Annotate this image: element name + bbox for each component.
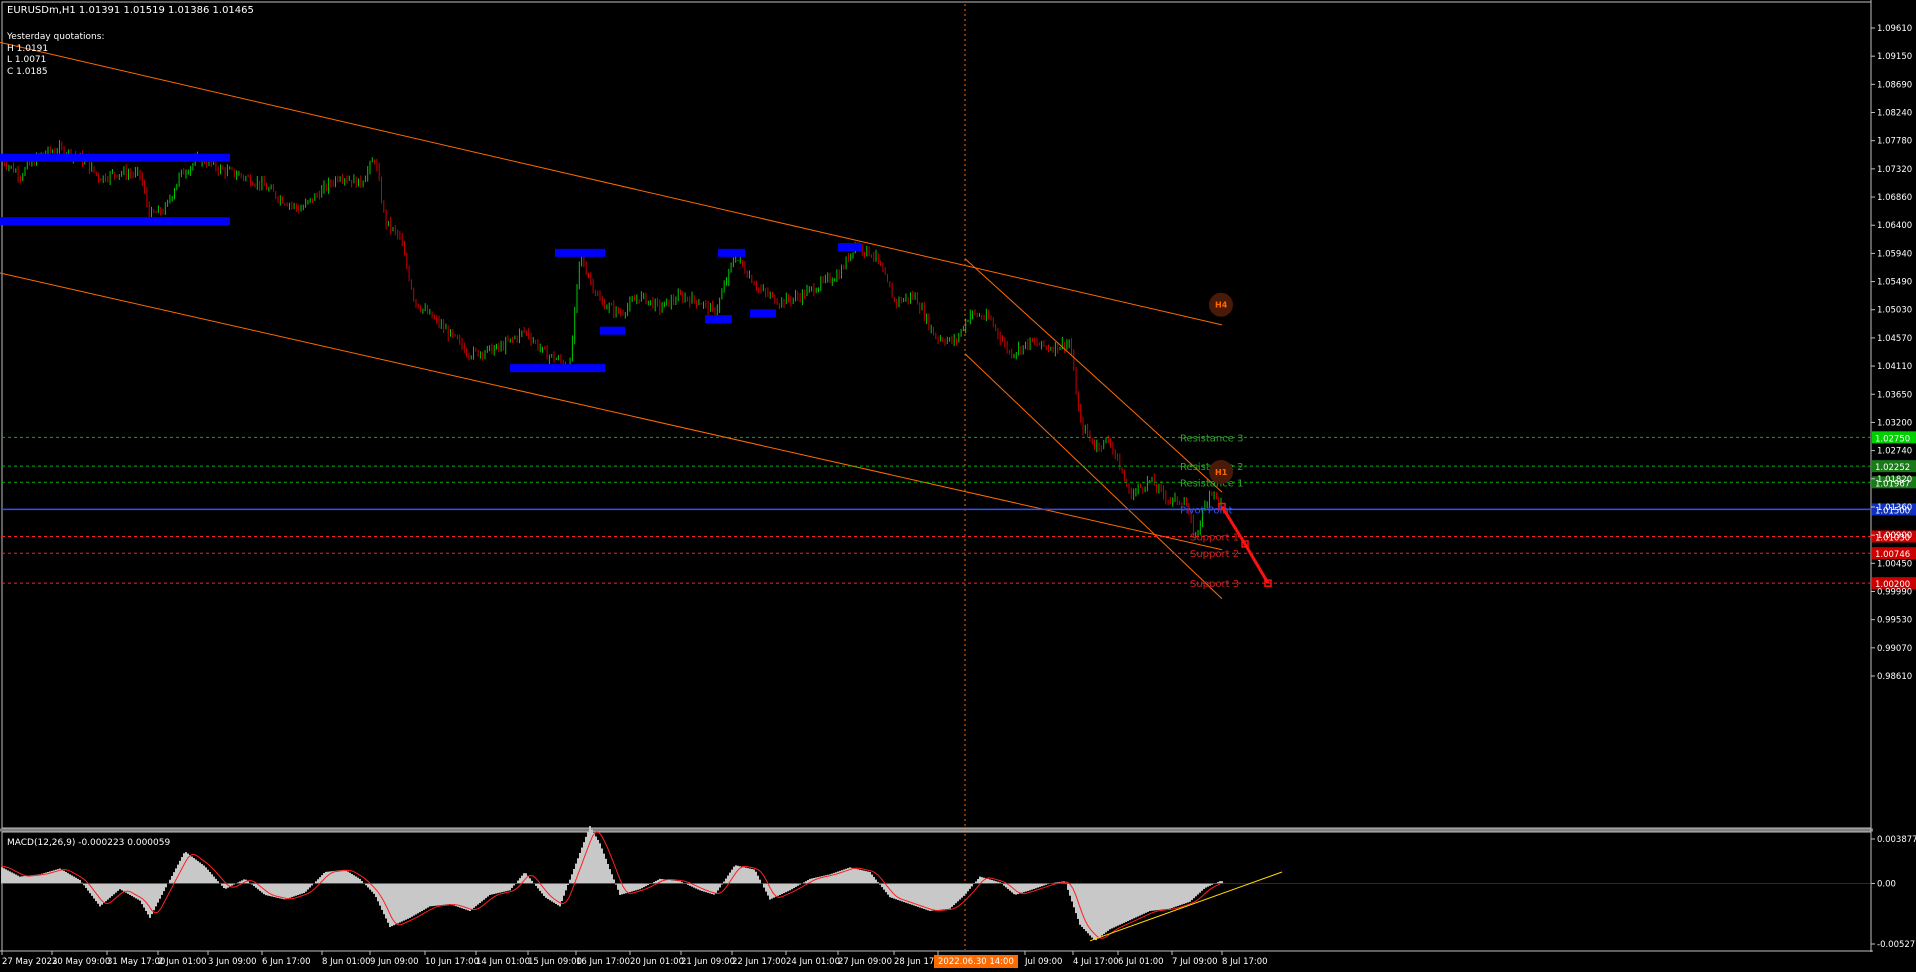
time-tick-label: 8 Jun 01:00 <box>322 957 371 967</box>
timeframe-marker-label: H1 <box>1215 468 1228 477</box>
supply-demand-zone <box>555 248 605 257</box>
price-chart[interactable]: Resistance 3Resistance 2Resistance 1Pivo… <box>0 0 1916 972</box>
price-tick-label: 1.09150 <box>1877 52 1912 62</box>
price-tick-label: 1.06400 <box>1877 221 1912 231</box>
time-tick-label: 27 Jun 09:00 <box>838 957 892 967</box>
time-tick-label: 20 Jun 01:00 <box>630 957 684 967</box>
time-tick-label: 7 Jul 09:00 <box>1172 957 1218 967</box>
time-tick-label: 21 Jun 09:00 <box>681 957 735 967</box>
time-tick-label: Jul 09:00 <box>1024 957 1062 967</box>
time-tick-label: 16 Jun 17:00 <box>576 957 630 967</box>
time-tick-label: 30 May 09:00 <box>52 957 110 967</box>
yesterday-low: L 1.0071 <box>7 55 46 65</box>
time-tick-label: 3 Jun 09:00 <box>208 957 257 967</box>
time-tick-label: 24 Jun 01:00 <box>786 957 840 967</box>
chart-background <box>0 0 1916 972</box>
supply-demand-zone <box>0 153 230 162</box>
level-label: Resistance 1 <box>1180 478 1243 489</box>
macd-tick-label: 0.003877 <box>1877 835 1916 845</box>
price-tick-label: 1.05940 <box>1877 249 1912 259</box>
supply-demand-zone <box>718 248 745 257</box>
level-label: Support 2 <box>1190 549 1239 560</box>
price-tick-label: 0.99070 <box>1877 644 1912 654</box>
time-tick-label: 31 May 17:00 <box>107 957 165 967</box>
macd-tick-label: 0.00 <box>1877 879 1896 889</box>
price-tag-value: 1.02750 <box>1875 434 1910 444</box>
timeframe-marker-label: H4 <box>1215 301 1228 310</box>
time-tick-label: 27 May 2022 <box>2 957 57 967</box>
time-tick-label: 6 Jul 01:00 <box>1118 957 1164 967</box>
time-tick-label: 10 Jun 17:00 <box>425 957 479 967</box>
price-tag-value: 1.02252 <box>1875 463 1910 473</box>
price-tick-label: 1.08690 <box>1877 80 1912 90</box>
symbol-quote-line: EURUSDm,H1 1.01391 1.01519 1.01386 1.014… <box>7 5 254 16</box>
supply-demand-zone <box>510 364 605 373</box>
price-tick-label: 0.99990 <box>1877 587 1912 597</box>
price-tick-label: 1.05490 <box>1877 278 1912 288</box>
time-tick-label: 4 Jul 17:00 <box>1073 957 1119 967</box>
yesterday-close: C 1.0185 <box>7 67 48 77</box>
price-tick-label: 1.08240 <box>1877 109 1912 119</box>
price-tick-label: 1.05030 <box>1877 306 1912 316</box>
price-tick-label: 1.06860 <box>1877 193 1912 203</box>
time-tick-label: 14 Jun 01:00 <box>476 957 530 967</box>
price-tick-label: 1.00450 <box>1877 559 1912 569</box>
level-label: Resistance 3 <box>1180 433 1243 444</box>
macd-label: MACD(12,26,9) -0.000223 0.000059 <box>7 838 170 848</box>
macd-tick-label: -0.005277 <box>1877 940 1916 950</box>
time-tick-label: 9 Jun 09:00 <box>370 957 419 967</box>
price-tick-label: 1.01360 <box>1877 503 1912 513</box>
time-tick-label: 2 Jun 01:00 <box>158 957 207 967</box>
time-tick-label: 22 Jun 17:00 <box>732 957 786 967</box>
level-label: Support 3 <box>1190 579 1239 590</box>
yesterday-high: H 1.0191 <box>7 44 48 54</box>
price-tick-label: 1.03200 <box>1877 418 1912 428</box>
level-label: Support 1 <box>1190 532 1239 543</box>
time-tick-label: 15 Jun 09:00 <box>528 957 582 967</box>
price-tick-label: 1.07320 <box>1877 165 1912 175</box>
price-tick-label: 1.03650 <box>1877 390 1912 400</box>
supply-demand-zone <box>705 315 732 324</box>
price-tick-label: 1.02740 <box>1877 447 1912 457</box>
price-tick-label: 0.98610 <box>1877 672 1912 682</box>
price-tick-label: 1.04110 <box>1877 362 1912 372</box>
price-tick-label: 1.07780 <box>1877 137 1912 147</box>
price-tick-label: 0.99530 <box>1877 616 1912 626</box>
time-tick-label: 8 Jul 17:00 <box>1222 957 1268 967</box>
supply-demand-zone <box>0 217 230 226</box>
time-tick-label: 6 Jun 17:00 <box>262 957 311 967</box>
price-tick-label: 1.01820 <box>1877 475 1912 485</box>
yesterday-title: Yesterday quotations: <box>6 32 104 42</box>
price-tick-label: 1.04570 <box>1877 334 1912 344</box>
supply-demand-zone <box>838 243 862 252</box>
time-tick-label: 2022.06.30 14:00 <box>938 957 1014 967</box>
supply-demand-zone <box>600 326 625 335</box>
price-tick-label: 1.00900 <box>1877 531 1912 541</box>
supply-demand-zone <box>750 309 776 318</box>
price-tick-label: 1.09610 <box>1877 24 1912 34</box>
